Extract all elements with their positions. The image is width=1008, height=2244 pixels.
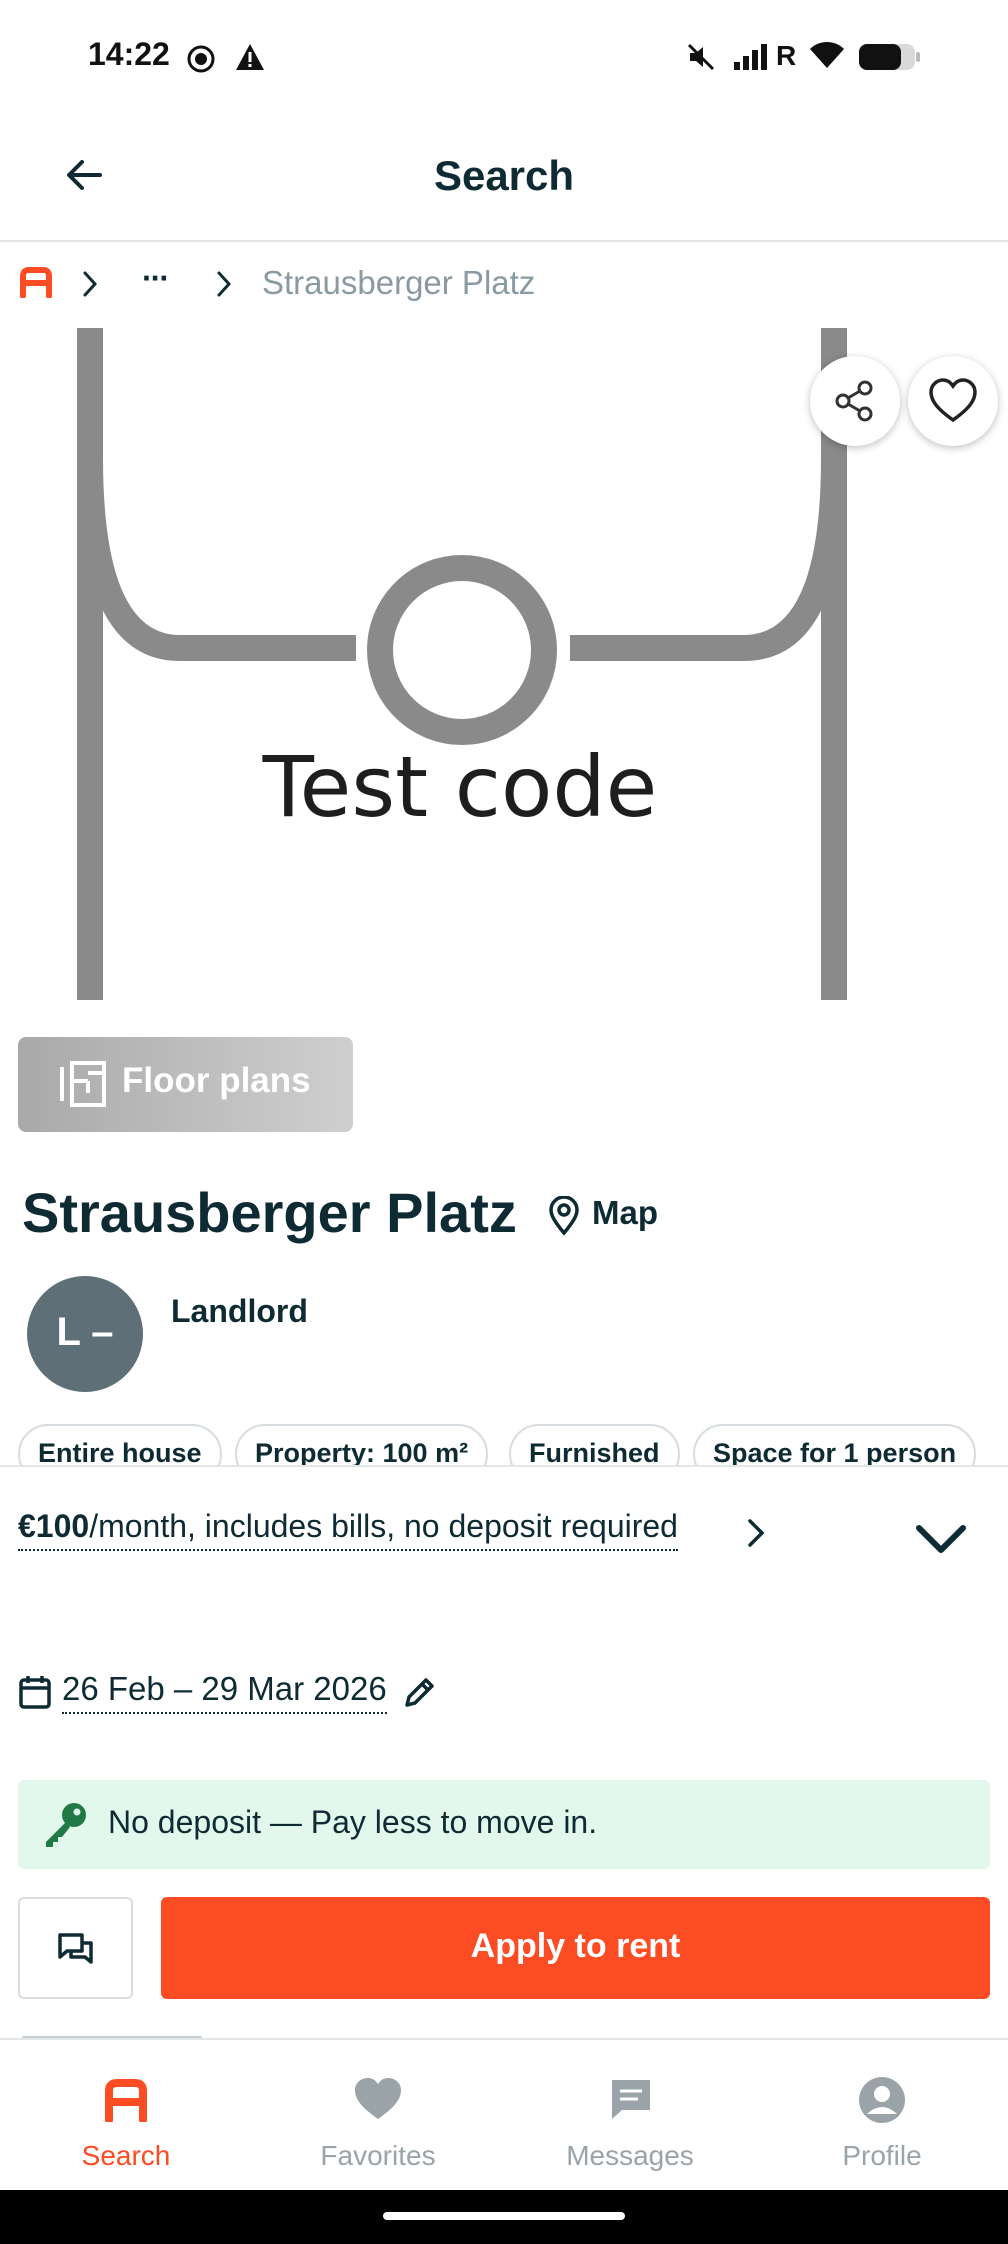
- chevron-down-icon[interactable]: [914, 1522, 968, 1558]
- chip-entire-house: Entire house: [18, 1424, 222, 1466]
- floor-plans-label: Floor plans: [122, 1061, 311, 1100]
- heart-outline-icon: [929, 378, 977, 423]
- listing-photo[interactable]: Test code: [0, 328, 1008, 1000]
- status-bar: 14:22 R: [0, 0, 1008, 110]
- screen-record-icon: [187, 45, 215, 73]
- floor-plans-button[interactable]: Floor plans: [18, 1037, 353, 1132]
- home-gesture-handle[interactable]: [383, 2212, 625, 2220]
- floor-plan-icon: [60, 1061, 106, 1107]
- battery-icon: [859, 44, 920, 70]
- chat-icon: [58, 1933, 93, 1964]
- chevron-right-icon: [83, 271, 98, 297]
- date-range[interactable]: 26 Feb – 29 Mar 2026: [62, 1670, 387, 1714]
- roaming-indicator: R: [776, 40, 797, 71]
- avatar-initials: L –: [56, 1310, 114, 1354]
- heart-icon: [355, 2078, 401, 2119]
- chip-capacity: Space for 1 person: [693, 1424, 977, 1466]
- tab-label: Favorites: [320, 2140, 436, 2171]
- landlord-label: Landlord: [171, 1293, 308, 1329]
- tab-favorites[interactable]: Favorites: [252, 2040, 504, 2192]
- chevron-right-icon[interactable]: [744, 1517, 768, 1549]
- bottom-tab-bar: Search Favorites Messages Profile: [0, 2038, 1008, 2192]
- breadcrumb-ellipsis[interactable]: ···: [142, 260, 170, 297]
- chip-property-size: Property: 100 m²: [235, 1424, 489, 1466]
- signal-icon: [734, 44, 767, 70]
- key-icon: [46, 1803, 86, 1847]
- chip-furnished: Furnished: [509, 1424, 680, 1466]
- feature-chips: Entire house Property: 100 m² Furnished …: [18, 1424, 1008, 1466]
- price-summary[interactable]: €100/month, includes bills, no deposit r…: [18, 1508, 678, 1551]
- section-divider: [0, 1465, 1008, 1467]
- warning-icon: [236, 44, 264, 70]
- tab-profile[interactable]: Profile: [756, 2040, 1008, 2192]
- page-title: Search: [433, 152, 575, 199]
- no-deposit-text: No deposit — Pay less to move in.: [108, 1804, 598, 1840]
- listing-title: Strausberger Platz: [22, 1181, 517, 1244]
- share-button[interactable]: [810, 356, 900, 446]
- status-time: 14:22: [88, 36, 170, 72]
- brand-logo-icon: [105, 2079, 147, 2122]
- message-landlord-button[interactable]: [18, 1897, 133, 1999]
- breadcrumb: ··· Strausberger Platz: [0, 258, 1008, 310]
- wifi-icon: [810, 41, 844, 68]
- tab-label: Search: [81, 2140, 171, 2171]
- breadcrumb-current: Strausberger Platz: [262, 264, 536, 301]
- price-amount: €100: [18, 1508, 90, 1544]
- apply-to-rent-button[interactable]: Apply to rent: [161, 1897, 990, 1999]
- tab-label: Profile: [842, 2140, 922, 2171]
- tab-messages[interactable]: Messages: [504, 2040, 756, 2192]
- brand-logo-icon[interactable]: [18, 266, 54, 298]
- favorite-button[interactable]: [908, 356, 998, 446]
- no-deposit-banner: No deposit — Pay less to move in.: [18, 1780, 990, 1869]
- share-icon: [835, 380, 873, 422]
- map-pin-icon: [549, 1196, 579, 1236]
- price-details: /month, includes bills, no deposit requi…: [89, 1508, 678, 1544]
- landlord-avatar[interactable]: L –: [27, 1276, 143, 1392]
- tab-search[interactable]: Search: [0, 2040, 252, 2192]
- photo-caption: Test code: [262, 738, 658, 836]
- apply-to-rent-label: Apply to rent: [470, 1927, 681, 1965]
- message-icon: [612, 2080, 650, 2119]
- top-app-bar: Search: [0, 110, 1008, 242]
- map-label: Map: [592, 1194, 658, 1231]
- pencil-icon[interactable]: [402, 1676, 436, 1710]
- mute-icon: [687, 43, 715, 71]
- profile-icon: [859, 2077, 905, 2123]
- system-nav-bar: [0, 2190, 1008, 2244]
- tab-label: Messages: [566, 2140, 694, 2171]
- calendar-icon: [19, 1676, 51, 1709]
- chevron-right-icon: [217, 271, 232, 297]
